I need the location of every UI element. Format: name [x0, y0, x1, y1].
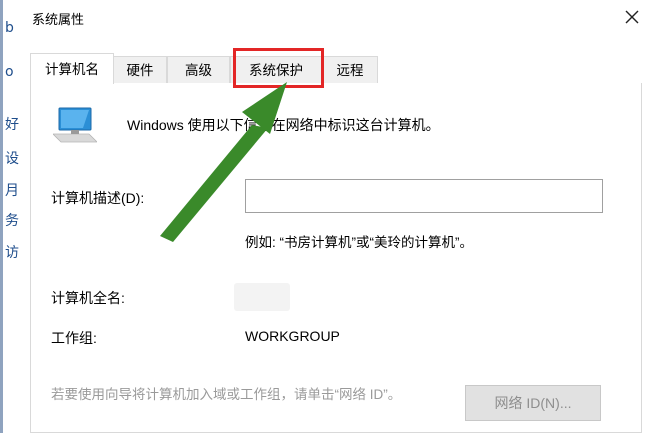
tab-hardware[interactable]: 硬件 — [113, 56, 167, 83]
background-glyph: 好 — [5, 117, 19, 133]
close-icon[interactable] — [617, 4, 647, 30]
tab-panel — [30, 83, 642, 433]
workgroup-value: WORKGROUP — [245, 328, 340, 344]
system-properties-dialog: 系统属性 计算机名 硬件 高级 系统保护 远程 Windows 使用以下信息在网… — [20, 0, 652, 433]
dialog-title: 系统属性 — [32, 12, 85, 27]
full-computer-name-value — [234, 283, 290, 311]
background-glyph: b — [5, 20, 14, 36]
background-glyph: o — [5, 64, 14, 80]
background-glyph: 务 — [5, 213, 19, 229]
computer-identification-text: Windows 使用以下信息在网络中标识这台计算机。 — [127, 117, 440, 133]
background-glyph: 月 — [5, 183, 19, 199]
join-domain-hint: 若要使用向导将计算机加入域或工作组，请单击“网络 ID”。 — [51, 387, 402, 402]
computer-description-input[interactable] — [245, 179, 603, 213]
highlight-box — [233, 48, 324, 88]
background-window-strip: b o 好 设 月 务 访 — [0, 0, 21, 433]
background-window-border — [0, 0, 3, 433]
description-example-text: 例如: “书房计算机”或“美玲的计算机”。 — [245, 235, 473, 250]
workgroup-label: 工作组: — [51, 330, 97, 346]
full-computer-name-label: 计算机全名: — [51, 290, 125, 306]
network-id-button[interactable]: 网络 ID(N)... — [465, 385, 601, 421]
tab-computer-name[interactable]: 计算机名 — [30, 53, 114, 84]
tab-advanced[interactable]: 高级 — [167, 56, 230, 83]
monitor-icon — [52, 106, 98, 149]
background-glyph: 访 — [5, 245, 19, 261]
computer-description-label: 计算机描述(D): — [51, 190, 145, 206]
background-glyph: 设 — [5, 151, 19, 167]
tab-remote[interactable]: 远程 — [322, 56, 378, 83]
